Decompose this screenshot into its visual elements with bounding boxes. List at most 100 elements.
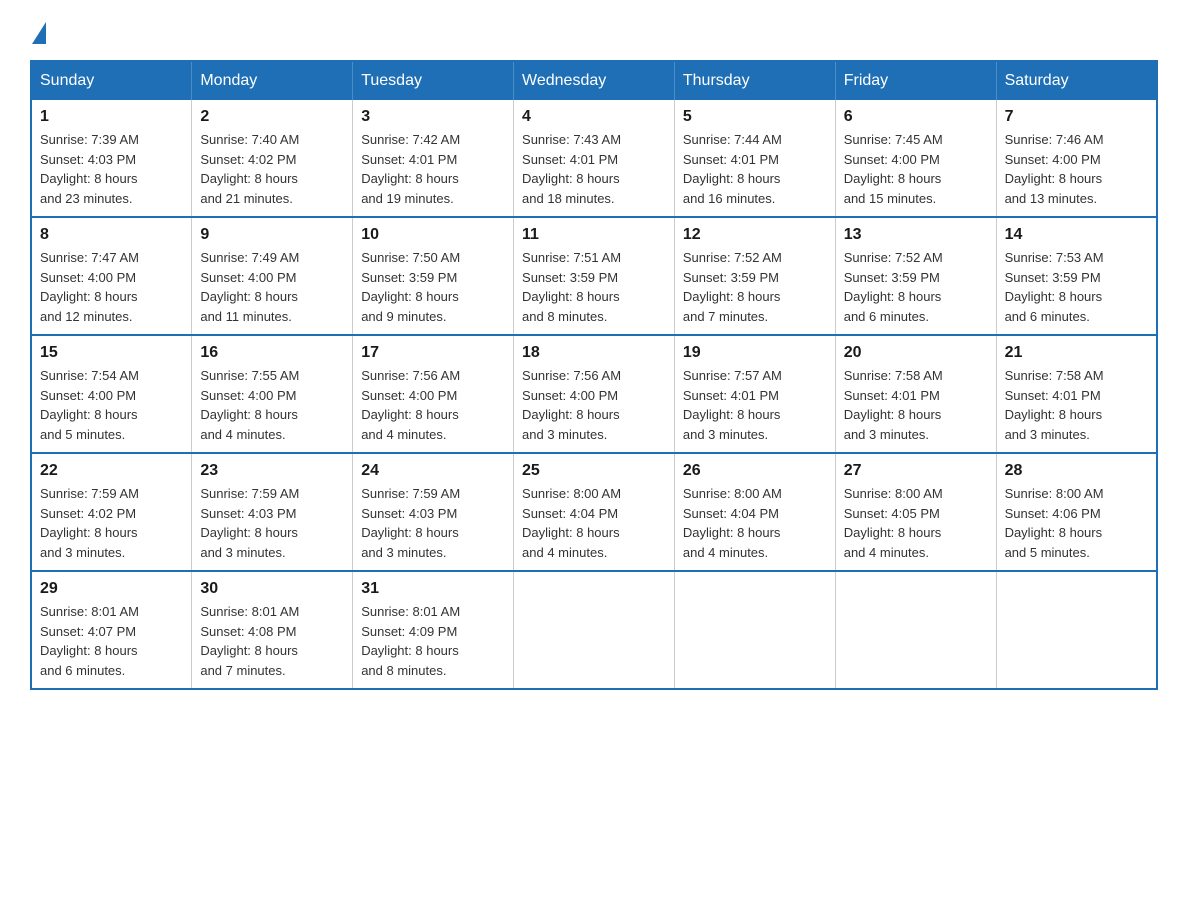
day-info: Sunrise: 7:46 AMSunset: 4:00 PMDaylight:…	[1005, 130, 1148, 208]
calendar-week-row: 22 Sunrise: 7:59 AMSunset: 4:02 PMDaylig…	[31, 453, 1157, 571]
day-info: Sunrise: 7:51 AMSunset: 3:59 PMDaylight:…	[522, 248, 666, 326]
weekday-header-wednesday: Wednesday	[514, 61, 675, 100]
calendar-cell: 2 Sunrise: 7:40 AMSunset: 4:02 PMDayligh…	[192, 100, 353, 217]
day-info: Sunrise: 7:52 AMSunset: 3:59 PMDaylight:…	[844, 248, 988, 326]
day-number: 18	[522, 344, 666, 362]
day-number: 14	[1005, 226, 1148, 244]
day-number: 2	[200, 108, 344, 126]
calendar-cell	[514, 571, 675, 689]
calendar-week-row: 8 Sunrise: 7:47 AMSunset: 4:00 PMDayligh…	[31, 217, 1157, 335]
calendar-cell: 19 Sunrise: 7:57 AMSunset: 4:01 PMDaylig…	[674, 335, 835, 453]
day-info: Sunrise: 7:59 AMSunset: 4:03 PMDaylight:…	[361, 484, 505, 562]
day-number: 13	[844, 226, 988, 244]
calendar-cell: 16 Sunrise: 7:55 AMSunset: 4:00 PMDaylig…	[192, 335, 353, 453]
calendar-cell: 12 Sunrise: 7:52 AMSunset: 3:59 PMDaylig…	[674, 217, 835, 335]
calendar-cell	[996, 571, 1157, 689]
calendar-cell	[835, 571, 996, 689]
weekday-header-thursday: Thursday	[674, 61, 835, 100]
day-info: Sunrise: 8:01 AMSunset: 4:08 PMDaylight:…	[200, 602, 344, 680]
day-info: Sunrise: 7:40 AMSunset: 4:02 PMDaylight:…	[200, 130, 344, 208]
calendar-week-row: 29 Sunrise: 8:01 AMSunset: 4:07 PMDaylig…	[31, 571, 1157, 689]
day-number: 6	[844, 108, 988, 126]
weekday-header-monday: Monday	[192, 61, 353, 100]
day-info: Sunrise: 7:59 AMSunset: 4:02 PMDaylight:…	[40, 484, 183, 562]
calendar-cell: 10 Sunrise: 7:50 AMSunset: 3:59 PMDaylig…	[353, 217, 514, 335]
calendar-cell: 21 Sunrise: 7:58 AMSunset: 4:01 PMDaylig…	[996, 335, 1157, 453]
day-info: Sunrise: 7:49 AMSunset: 4:00 PMDaylight:…	[200, 248, 344, 326]
calendar-week-row: 15 Sunrise: 7:54 AMSunset: 4:00 PMDaylig…	[31, 335, 1157, 453]
day-number: 23	[200, 462, 344, 480]
calendar-table: SundayMondayTuesdayWednesdayThursdayFrid…	[30, 60, 1158, 690]
calendar-cell: 14 Sunrise: 7:53 AMSunset: 3:59 PMDaylig…	[996, 217, 1157, 335]
day-number: 31	[361, 580, 505, 598]
calendar-cell: 28 Sunrise: 8:00 AMSunset: 4:06 PMDaylig…	[996, 453, 1157, 571]
calendar-cell: 30 Sunrise: 8:01 AMSunset: 4:08 PMDaylig…	[192, 571, 353, 689]
calendar-cell: 27 Sunrise: 8:00 AMSunset: 4:05 PMDaylig…	[835, 453, 996, 571]
calendar-cell: 5 Sunrise: 7:44 AMSunset: 4:01 PMDayligh…	[674, 100, 835, 217]
day-number: 22	[40, 462, 183, 480]
day-number: 1	[40, 108, 183, 126]
day-info: Sunrise: 8:01 AMSunset: 4:09 PMDaylight:…	[361, 602, 505, 680]
day-number: 8	[40, 226, 183, 244]
day-info: Sunrise: 7:39 AMSunset: 4:03 PMDaylight:…	[40, 130, 183, 208]
calendar-cell: 6 Sunrise: 7:45 AMSunset: 4:00 PMDayligh…	[835, 100, 996, 217]
calendar-cell: 29 Sunrise: 8:01 AMSunset: 4:07 PMDaylig…	[31, 571, 192, 689]
day-info: Sunrise: 7:50 AMSunset: 3:59 PMDaylight:…	[361, 248, 505, 326]
day-number: 5	[683, 108, 827, 126]
calendar-cell: 15 Sunrise: 7:54 AMSunset: 4:00 PMDaylig…	[31, 335, 192, 453]
day-info: Sunrise: 8:01 AMSunset: 4:07 PMDaylight:…	[40, 602, 183, 680]
day-number: 27	[844, 462, 988, 480]
day-number: 19	[683, 344, 827, 362]
calendar-cell: 26 Sunrise: 8:00 AMSunset: 4:04 PMDaylig…	[674, 453, 835, 571]
day-info: Sunrise: 8:00 AMSunset: 4:06 PMDaylight:…	[1005, 484, 1148, 562]
day-number: 9	[200, 226, 344, 244]
calendar-cell: 11 Sunrise: 7:51 AMSunset: 3:59 PMDaylig…	[514, 217, 675, 335]
day-info: Sunrise: 7:56 AMSunset: 4:00 PMDaylight:…	[522, 366, 666, 444]
calendar-cell: 7 Sunrise: 7:46 AMSunset: 4:00 PMDayligh…	[996, 100, 1157, 217]
calendar-cell: 1 Sunrise: 7:39 AMSunset: 4:03 PMDayligh…	[31, 100, 192, 217]
day-number: 11	[522, 226, 666, 244]
page-header	[30, 20, 1158, 40]
day-info: Sunrise: 7:59 AMSunset: 4:03 PMDaylight:…	[200, 484, 344, 562]
calendar-cell: 3 Sunrise: 7:42 AMSunset: 4:01 PMDayligh…	[353, 100, 514, 217]
day-info: Sunrise: 7:55 AMSunset: 4:00 PMDaylight:…	[200, 366, 344, 444]
day-info: Sunrise: 7:53 AMSunset: 3:59 PMDaylight:…	[1005, 248, 1148, 326]
calendar-cell: 17 Sunrise: 7:56 AMSunset: 4:00 PMDaylig…	[353, 335, 514, 453]
calendar-cell: 23 Sunrise: 7:59 AMSunset: 4:03 PMDaylig…	[192, 453, 353, 571]
day-number: 28	[1005, 462, 1148, 480]
calendar-cell: 4 Sunrise: 7:43 AMSunset: 4:01 PMDayligh…	[514, 100, 675, 217]
day-info: Sunrise: 7:42 AMSunset: 4:01 PMDaylight:…	[361, 130, 505, 208]
day-number: 3	[361, 108, 505, 126]
calendar-cell: 31 Sunrise: 8:01 AMSunset: 4:09 PMDaylig…	[353, 571, 514, 689]
day-number: 20	[844, 344, 988, 362]
day-info: Sunrise: 8:00 AMSunset: 4:04 PMDaylight:…	[522, 484, 666, 562]
weekday-header-row: SundayMondayTuesdayWednesdayThursdayFrid…	[31, 61, 1157, 100]
day-info: Sunrise: 7:52 AMSunset: 3:59 PMDaylight:…	[683, 248, 827, 326]
day-number: 15	[40, 344, 183, 362]
day-number: 24	[361, 462, 505, 480]
day-number: 17	[361, 344, 505, 362]
day-info: Sunrise: 7:57 AMSunset: 4:01 PMDaylight:…	[683, 366, 827, 444]
calendar-cell: 18 Sunrise: 7:56 AMSunset: 4:00 PMDaylig…	[514, 335, 675, 453]
calendar-cell: 24 Sunrise: 7:59 AMSunset: 4:03 PMDaylig…	[353, 453, 514, 571]
day-number: 16	[200, 344, 344, 362]
day-info: Sunrise: 7:54 AMSunset: 4:00 PMDaylight:…	[40, 366, 183, 444]
day-number: 26	[683, 462, 827, 480]
calendar-cell: 9 Sunrise: 7:49 AMSunset: 4:00 PMDayligh…	[192, 217, 353, 335]
calendar-cell: 25 Sunrise: 8:00 AMSunset: 4:04 PMDaylig…	[514, 453, 675, 571]
logo	[30, 20, 48, 40]
logo-triangle-icon	[32, 22, 46, 44]
day-info: Sunrise: 8:00 AMSunset: 4:04 PMDaylight:…	[683, 484, 827, 562]
weekday-header-friday: Friday	[835, 61, 996, 100]
calendar-cell: 20 Sunrise: 7:58 AMSunset: 4:01 PMDaylig…	[835, 335, 996, 453]
weekday-header-tuesday: Tuesday	[353, 61, 514, 100]
day-info: Sunrise: 7:44 AMSunset: 4:01 PMDaylight:…	[683, 130, 827, 208]
calendar-cell: 8 Sunrise: 7:47 AMSunset: 4:00 PMDayligh…	[31, 217, 192, 335]
day-number: 7	[1005, 108, 1148, 126]
day-info: Sunrise: 8:00 AMSunset: 4:05 PMDaylight:…	[844, 484, 988, 562]
day-info: Sunrise: 7:45 AMSunset: 4:00 PMDaylight:…	[844, 130, 988, 208]
day-number: 21	[1005, 344, 1148, 362]
day-number: 4	[522, 108, 666, 126]
day-info: Sunrise: 7:58 AMSunset: 4:01 PMDaylight:…	[1005, 366, 1148, 444]
day-number: 10	[361, 226, 505, 244]
